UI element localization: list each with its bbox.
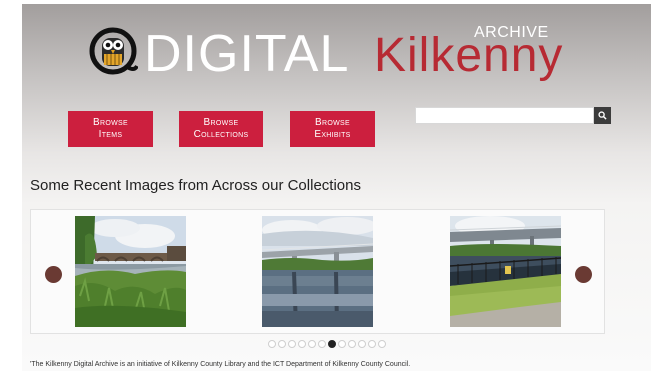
carousel-dot-7[interactable] [328,340,336,348]
image-carousel [30,209,605,334]
browse-exhibits-label-line2: Exhibits [314,129,351,140]
browse-collections-label: Browse Collections [194,117,249,141]
carousel-pagination [268,340,386,348]
carousel-dot-1[interactable] [268,340,276,348]
browse-exhibits-label: Browse Exhibits [314,117,350,141]
browse-items-label-line2: Items [98,129,123,140]
search-form [415,107,611,124]
carousel-dot-10[interactable] [358,340,366,348]
carousel-next-button[interactable] [575,266,592,283]
carousel-dot-3[interactable] [288,340,296,348]
riverside-path-photo [450,216,561,327]
browse-collections-label-line2: Collections [193,129,249,140]
carousel-dot-6[interactable] [318,340,326,348]
carousel-dot-2[interactable] [278,340,286,348]
browse-collections-button[interactable]: Browse Collections [179,111,263,147]
browse-items-label-line1: Browse [93,117,128,128]
carousel-dot-11[interactable] [368,340,376,348]
browse-items-button[interactable]: Browse Items [68,111,153,147]
carousel-prev-button[interactable] [45,266,62,283]
browse-collections-label-line1: Browse [203,117,239,128]
page: DIGITAL Kilkenny ARCHIVE Browse Items Br… [22,4,651,371]
owl-logo-icon [89,27,138,75]
logo-archive-text: ARCHIVE [474,24,549,41]
footer-text: 'The Kilkenny Digital Archive is an init… [30,361,411,368]
section-heading: Some Recent Images from Across our Colle… [30,177,361,194]
site-logo[interactable]: DIGITAL Kilkenny ARCHIVE [86,22,566,92]
browse-exhibits-label-line1: Browse [315,117,350,128]
carousel-dot-8[interactable] [338,340,346,348]
carousel-dot-5[interactable] [308,340,316,348]
logo-digital-text: DIGITAL [144,25,350,83]
carousel-image-1[interactable] [75,216,186,327]
carousel-dot-4[interactable] [298,340,306,348]
carousel-image-2[interactable] [262,216,373,327]
river-bridge-photo [75,216,186,327]
carousel-dot-12[interactable] [378,340,386,348]
search-button[interactable] [594,107,611,124]
browse-exhibits-button[interactable]: Browse Exhibits [290,111,375,147]
carousel-dot-9[interactable] [348,340,356,348]
search-icon [598,111,607,120]
search-input[interactable] [415,107,594,124]
browse-items-label: Browse Items [93,117,128,141]
modern-bridge-photo [262,216,373,327]
carousel-image-3[interactable] [450,216,561,327]
